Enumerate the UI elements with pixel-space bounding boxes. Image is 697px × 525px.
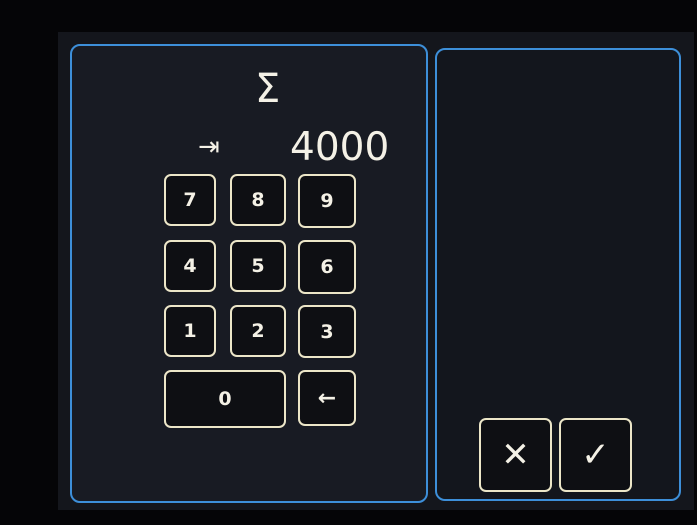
key-2[interactable]: 2: [230, 305, 286, 357]
key-8[interactable]: 8: [230, 174, 286, 226]
key-3[interactable]: 3: [298, 305, 356, 358]
key-0[interactable]: 0: [164, 370, 286, 428]
entry-value: 4000: [290, 125, 390, 170]
key-7[interactable]: 7: [164, 174, 216, 226]
key-1[interactable]: 1: [164, 305, 216, 357]
key-4[interactable]: 4: [164, 240, 216, 292]
sum-icon: Σ: [255, 66, 281, 112]
tab-arrow-icon: ⇥: [198, 132, 220, 162]
checkmark-icon: ✓: [581, 435, 610, 475]
confirm-button[interactable]: ✓: [559, 418, 632, 492]
number-entry-panel: Σ ⇥ 4000 7 8 9 4 5 6 1 2 3 0 ←: [70, 44, 428, 503]
close-icon: ✕: [501, 435, 530, 475]
device-bezel: Σ ⇥ 4000 7 8 9 4 5 6 1 2 3 0 ← ✕ ✓: [0, 0, 697, 525]
cancel-button[interactable]: ✕: [479, 418, 552, 492]
side-panel: ✕ ✓: [435, 48, 681, 501]
key-6[interactable]: 6: [298, 240, 356, 294]
backspace-button[interactable]: ←: [298, 370, 356, 426]
key-5[interactable]: 5: [230, 240, 286, 292]
key-9[interactable]: 9: [298, 174, 356, 228]
screen: Σ ⇥ 4000 7 8 9 4 5 6 1 2 3 0 ← ✕ ✓: [58, 32, 694, 510]
